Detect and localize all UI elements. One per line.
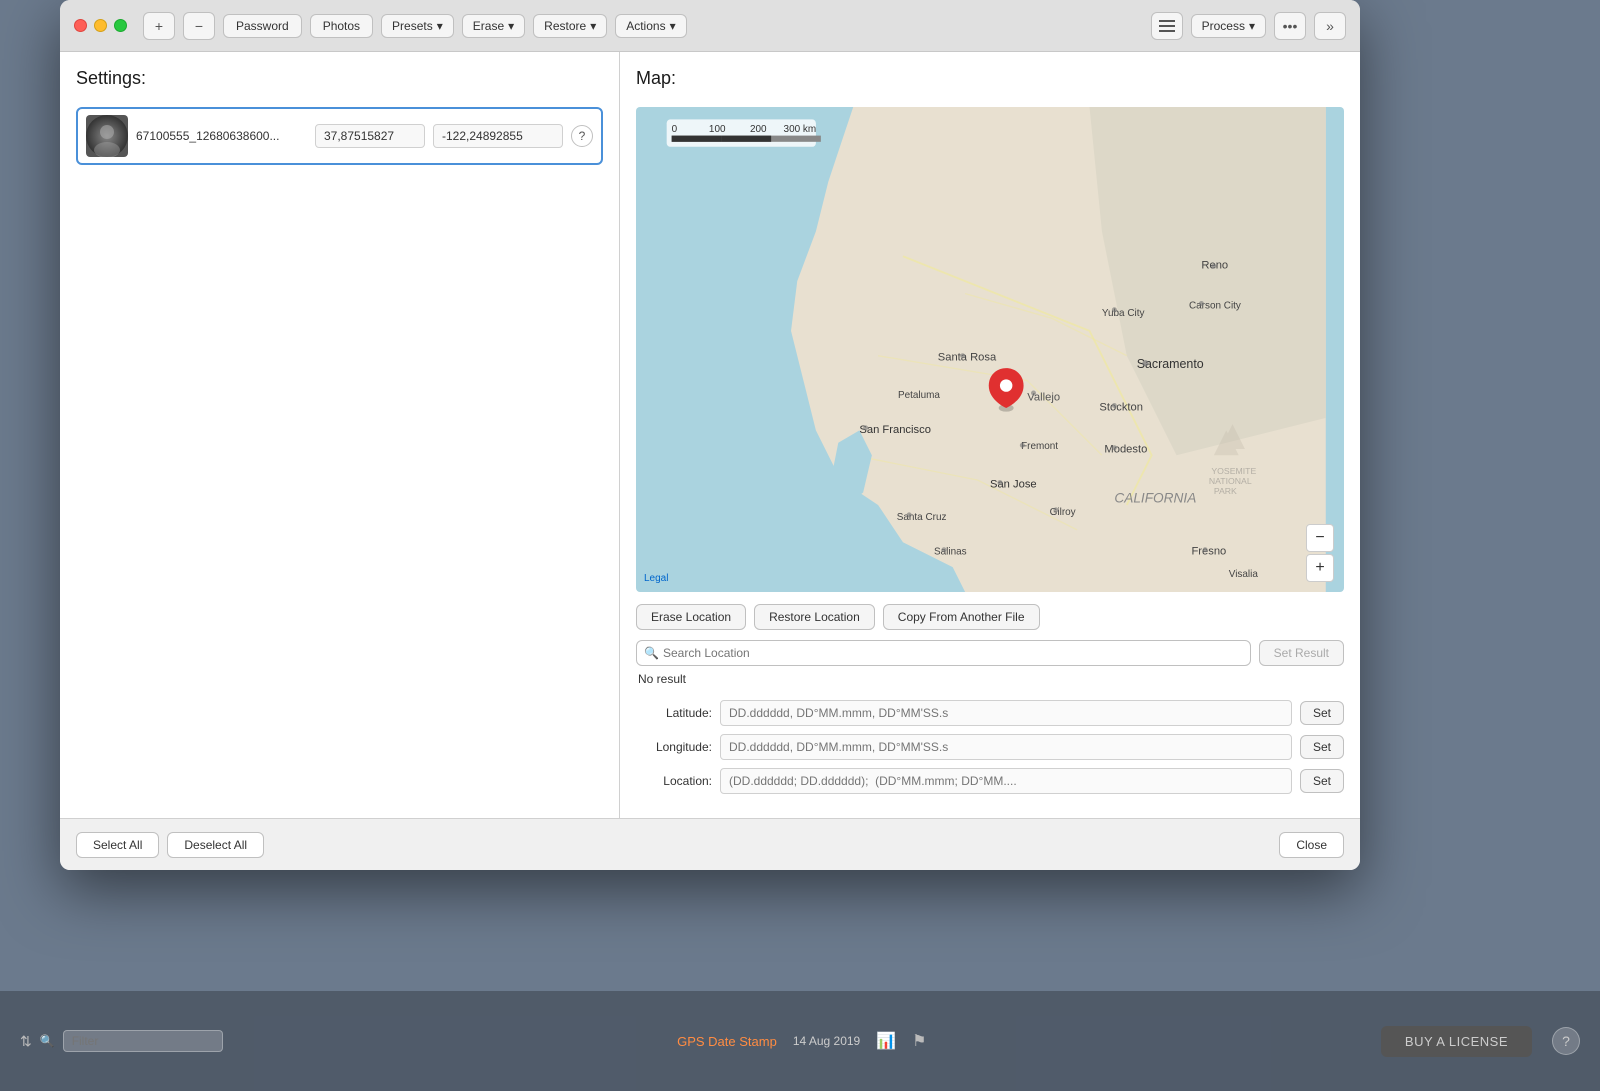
settings-panel: Settings:	[60, 52, 620, 818]
actions-button[interactable]: Actions ▾	[615, 14, 686, 38]
map-panel: Map:	[620, 52, 1360, 818]
svg-text:San Francisco: San Francisco	[859, 424, 931, 436]
map-zoom-controls: − +	[1306, 524, 1334, 582]
svg-text:200: 200	[750, 124, 767, 135]
svg-text:PARK: PARK	[1214, 486, 1237, 496]
erase-chevron-icon: ▾	[508, 19, 514, 33]
location-set-button[interactable]: Set	[1300, 769, 1344, 793]
svg-text:Petaluma: Petaluma	[898, 390, 940, 401]
location-action-buttons: Erase Location Restore Location Copy Fro…	[636, 604, 1344, 630]
location-label: Location:	[636, 774, 712, 788]
latitude-row: Latitude: Set	[636, 700, 1344, 726]
overflow-button[interactable]: »	[1314, 12, 1346, 40]
latitude-label: Latitude:	[636, 706, 712, 720]
search-container: 🔍	[636, 640, 1251, 666]
actions-chevron-icon: ▾	[670, 19, 676, 33]
restore-button[interactable]: Restore ▾	[533, 14, 607, 38]
restore-chevron-icon: ▾	[590, 19, 596, 33]
help-button[interactable]: ?	[571, 125, 593, 147]
erase-button[interactable]: Erase ▾	[462, 14, 525, 38]
location-input[interactable]	[720, 768, 1292, 794]
settings-title: Settings:	[76, 68, 603, 89]
sort-icon: ⇅	[20, 1033, 32, 1050]
svg-text:Fresno: Fresno	[1191, 546, 1226, 558]
deselect-all-button[interactable]: Deselect All	[167, 832, 264, 858]
add-tab-button[interactable]: +	[143, 12, 175, 40]
latitude-set-button[interactable]: Set	[1300, 701, 1344, 725]
erase-location-button[interactable]: Erase Location	[636, 604, 746, 630]
zoom-in-button[interactable]: +	[1306, 554, 1334, 582]
restore-location-button[interactable]: Restore Location	[754, 604, 875, 630]
latitude-input[interactable]	[720, 700, 1292, 726]
svg-text:Santa Rosa: Santa Rosa	[938, 352, 997, 364]
search-icon: 🔍	[644, 646, 659, 660]
svg-text:100: 100	[709, 124, 726, 135]
flag-icon[interactable]: ⚑	[912, 1031, 926, 1051]
photo-row: 67100555_12680638600... ?	[76, 107, 603, 165]
map-legal-link[interactable]: Legal	[644, 573, 668, 584]
close-button[interactable]	[74, 19, 87, 32]
no-result-label: No result	[636, 672, 1344, 686]
gps-date-stamp-label: GPS Date Stamp	[677, 1034, 777, 1049]
chart-icon[interactable]: 📊	[876, 1031, 896, 1051]
selection-buttons: Select All Deselect All	[76, 832, 264, 858]
svg-text:Visalia: Visalia	[1229, 569, 1259, 580]
list-view-button[interactable]	[1151, 12, 1183, 40]
process-button[interactable]: Process ▾	[1191, 14, 1266, 38]
search-row: 🔍 Set Result	[636, 640, 1344, 666]
svg-text:CALIFORNIA: CALIFORNIA	[1114, 490, 1196, 505]
minimize-button[interactable]	[94, 19, 107, 32]
maximize-button[interactable]	[114, 19, 127, 32]
latitude-field[interactable]	[315, 124, 425, 148]
presets-button[interactable]: Presets ▾	[381, 14, 454, 38]
help-icon[interactable]: ?	[1552, 1027, 1580, 1055]
more-button[interactable]: •••	[1274, 12, 1306, 40]
svg-text:NATIONAL: NATIONAL	[1209, 476, 1252, 486]
longitude-label: Longitude:	[636, 740, 712, 754]
svg-text:0: 0	[672, 124, 678, 135]
map-container[interactable]: YOSEMITE NATIONAL PARK Reno Yuba City Ca…	[636, 107, 1344, 592]
presets-chevron-icon: ▾	[437, 19, 443, 33]
copy-from-another-file-button[interactable]: Copy From Another File	[883, 604, 1040, 630]
location-row: Location: Set	[636, 768, 1344, 794]
close-area: Close	[1279, 832, 1344, 858]
longitude-row: Longitude: Set	[636, 734, 1344, 760]
close-button[interactable]: Close	[1279, 832, 1344, 858]
bottom-bar: Select All Deselect All Close	[60, 818, 1360, 870]
photo-thumbnail	[86, 115, 128, 157]
select-all-button[interactable]: Select All	[76, 832, 159, 858]
zoom-out-button[interactable]: −	[1306, 524, 1334, 552]
date-value: 14 Aug 2019	[793, 1034, 860, 1048]
svg-text:Santa Cruz: Santa Cruz	[897, 512, 947, 523]
longitude-set-button[interactable]: Set	[1300, 735, 1344, 759]
map-title: Map:	[636, 68, 1344, 89]
svg-text:Modesto: Modesto	[1104, 444, 1147, 456]
filter-input[interactable]	[63, 1030, 223, 1052]
photos-button[interactable]: Photos	[310, 14, 373, 38]
longitude-input[interactable]	[720, 734, 1292, 760]
svg-text:Salinas: Salinas	[934, 547, 967, 558]
password-button[interactable]: Password	[223, 14, 302, 38]
photo-filename: 67100555_12680638600...	[136, 129, 307, 143]
svg-text:300 km: 300 km	[784, 124, 817, 135]
svg-text:YOSEMITE: YOSEMITE	[1211, 466, 1256, 476]
buy-license-button[interactable]: BUY A LICENSE	[1381, 1026, 1532, 1057]
search-location-input[interactable]	[636, 640, 1251, 666]
svg-text:Stockton: Stockton	[1099, 401, 1143, 413]
set-result-button[interactable]: Set Result	[1259, 640, 1344, 666]
svg-text:Gilroy: Gilroy	[1050, 507, 1076, 518]
svg-text:Yuba City: Yuba City	[1102, 308, 1145, 319]
svg-text:Carson City: Carson City	[1189, 300, 1241, 311]
svg-text:Fremont: Fremont	[1021, 441, 1058, 452]
longitude-field[interactable]	[433, 124, 563, 148]
remove-tab-button[interactable]: −	[183, 12, 215, 40]
filter-search-icon: 🔍	[40, 1034, 55, 1048]
svg-text:San Jose: San Jose	[990, 479, 1037, 491]
process-chevron-icon: ▾	[1249, 19, 1255, 33]
